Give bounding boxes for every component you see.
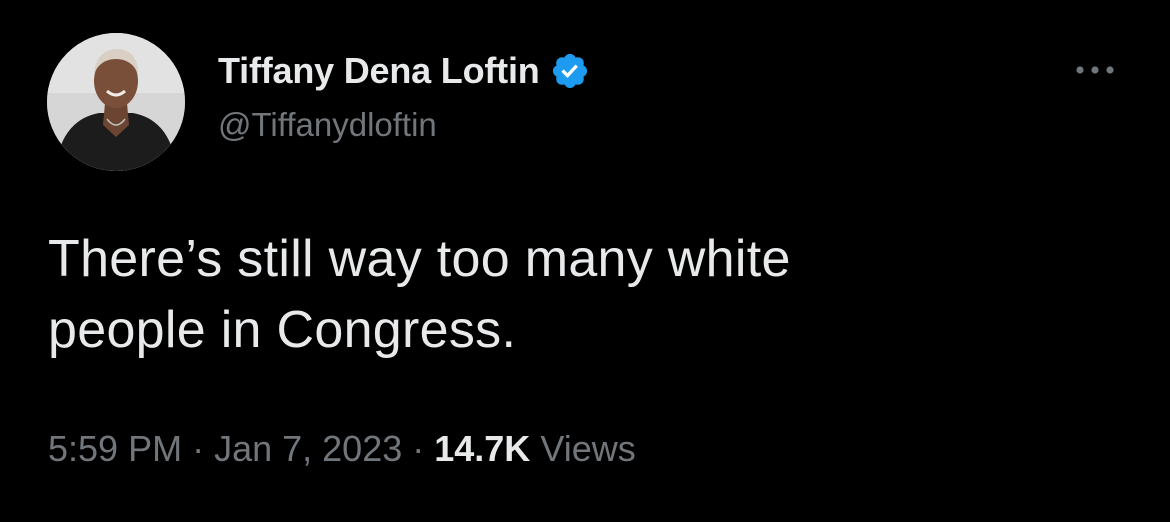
tweet-time[interactable]: 5:59 PM	[48, 428, 182, 469]
author-row: Tiffany Dena Loftin	[218, 48, 590, 94]
more-options-icon[interactable]	[1072, 58, 1118, 82]
avatar[interactable]	[47, 33, 185, 171]
views-count[interactable]: 14.7K	[434, 428, 530, 469]
avatar-photo	[47, 33, 185, 171]
author-handle[interactable]: @Tiffanydloftin	[218, 106, 437, 144]
tweet-text: There’s still way too many white people …	[48, 224, 1128, 366]
views-label: Views	[540, 428, 636, 469]
tweet-meta: 5:59 PM · Jan 7, 2023 · 14.7K Views	[48, 428, 636, 470]
tweet-text-line: people in Congress.	[48, 301, 517, 359]
verified-badge-icon	[550, 51, 590, 91]
tweet-date[interactable]: Jan 7, 2023	[214, 428, 402, 469]
display-name[interactable]: Tiffany Dena Loftin	[218, 50, 540, 92]
meta-separator: ·	[412, 428, 425, 469]
tweet-card: Tiffany Dena Loftin @Tiffanydloftin Ther…	[0, 0, 1170, 522]
meta-separator: ·	[192, 428, 205, 469]
tweet-text-line: There’s still way too many white	[48, 230, 791, 288]
